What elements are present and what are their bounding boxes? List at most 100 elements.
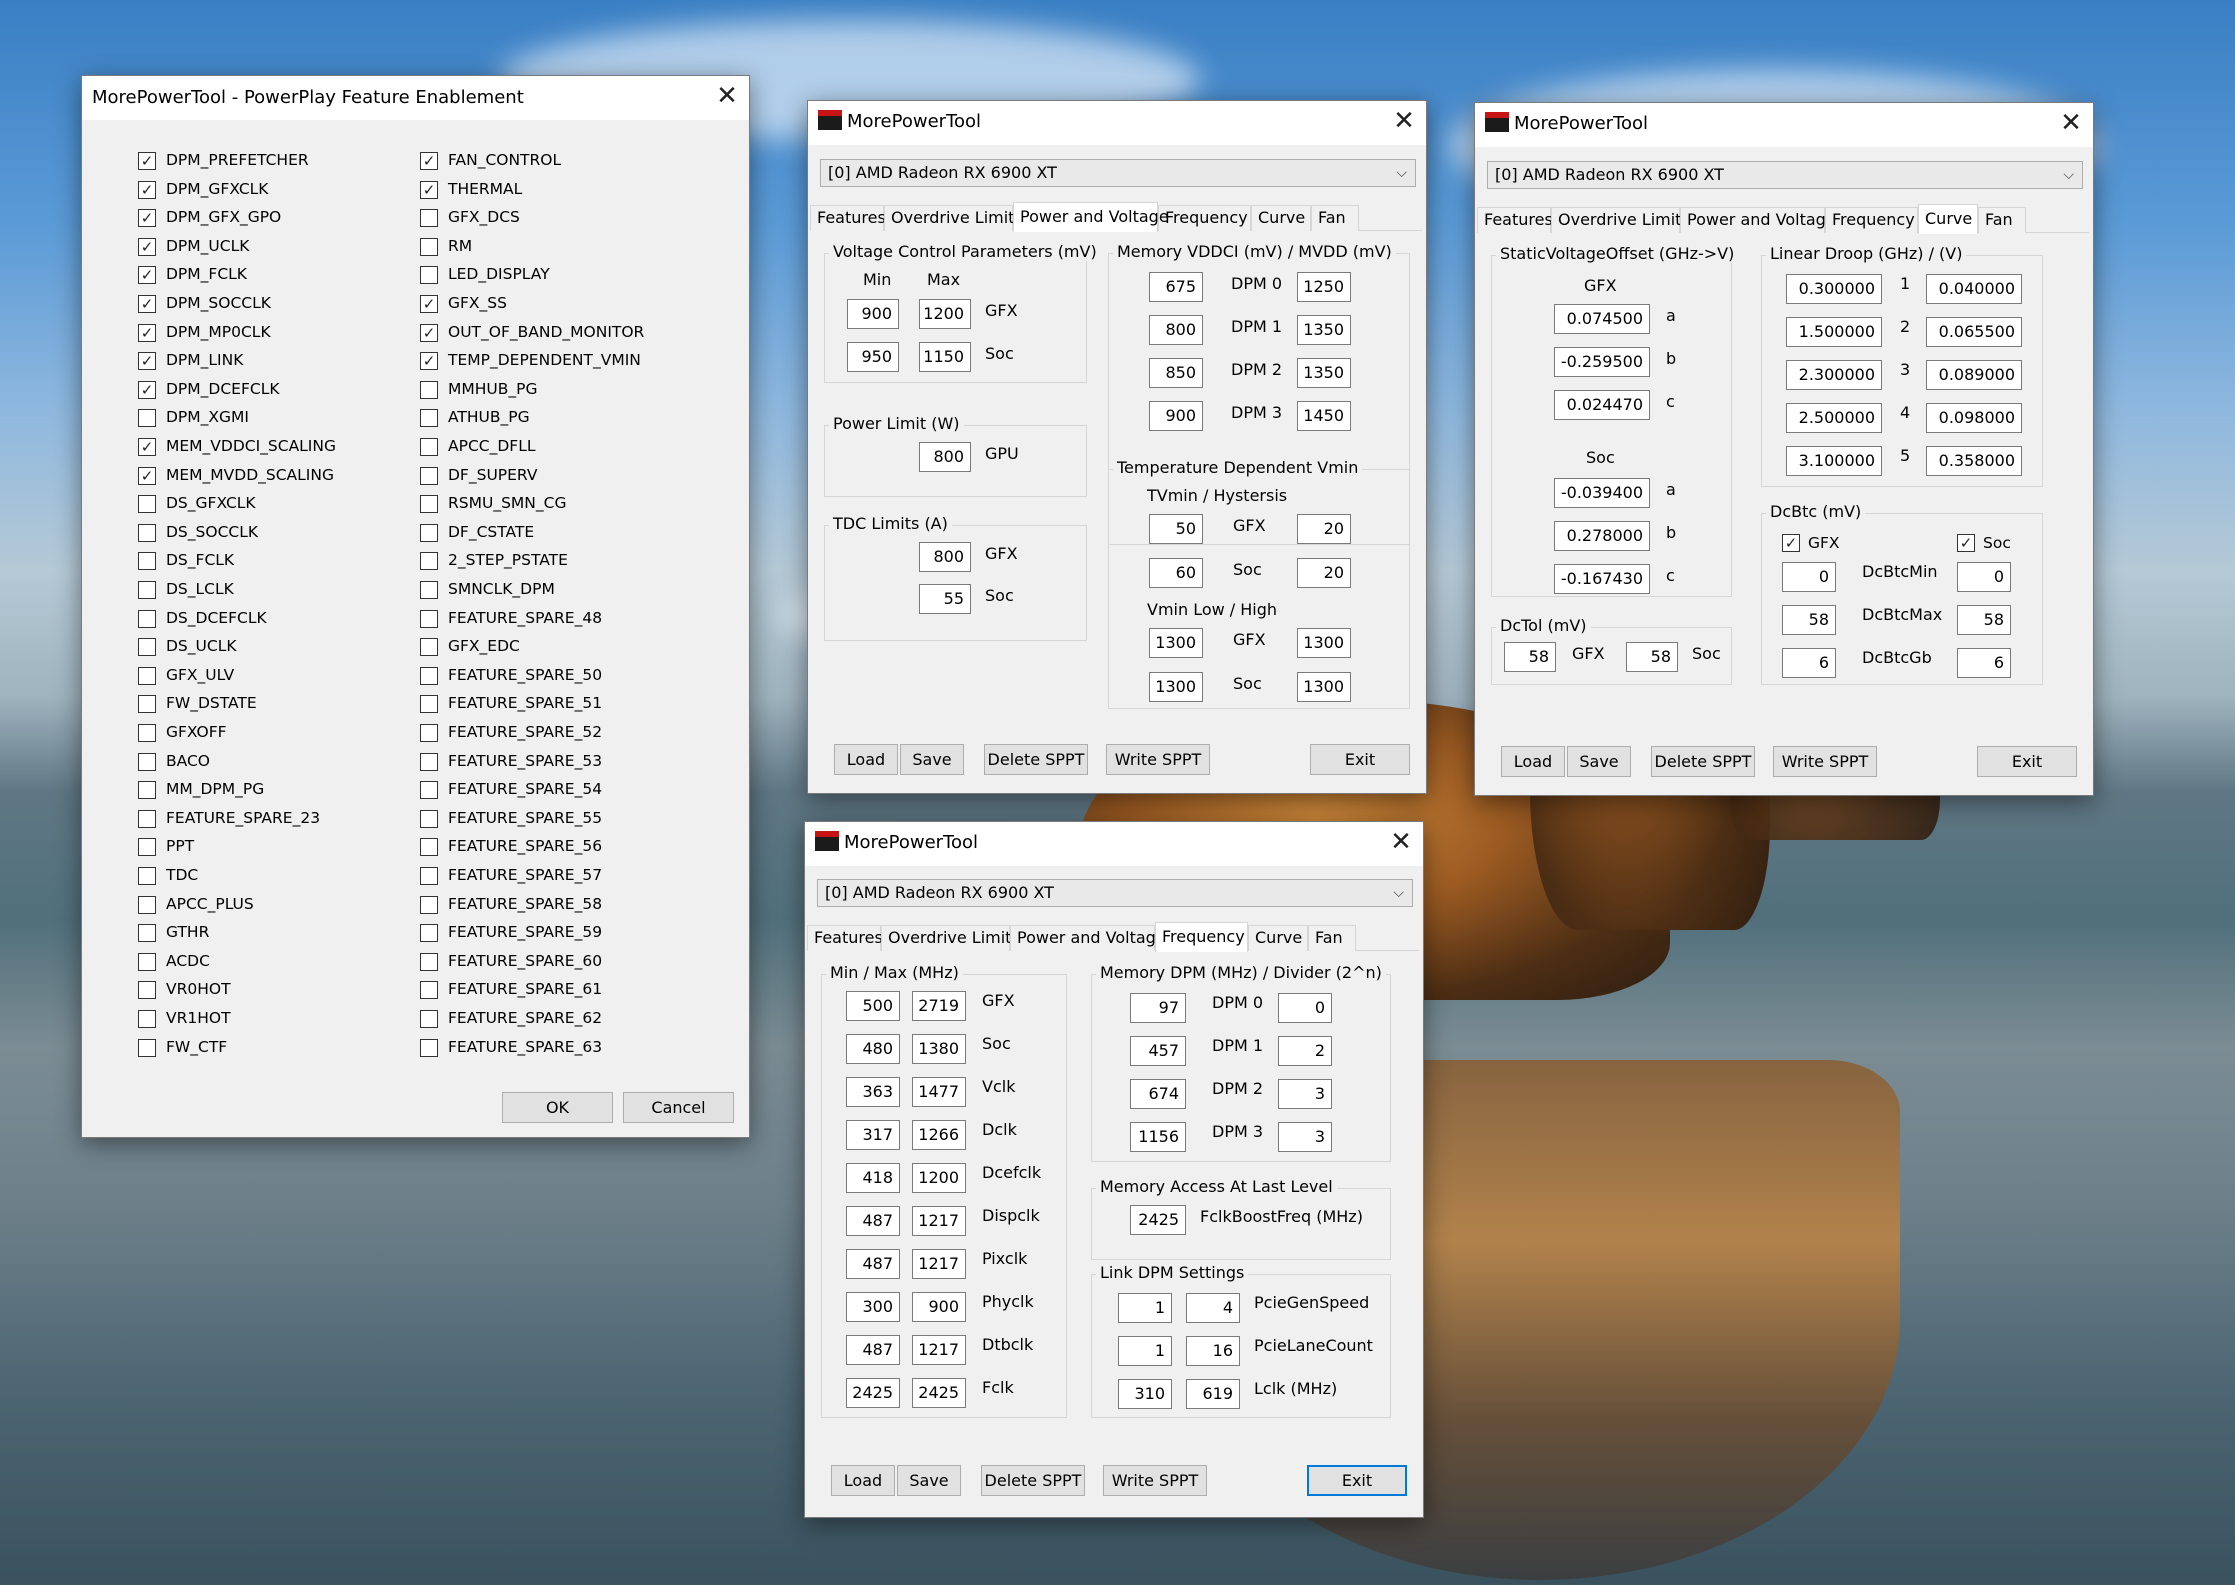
svo-coefficient-input[interactable]: -0.039400 bbox=[1554, 478, 1650, 508]
feature-checkbox[interactable] bbox=[138, 752, 156, 771]
feature-checkbox[interactable] bbox=[420, 838, 438, 857]
clock-min-input[interactable]: 487 bbox=[846, 1206, 900, 1236]
feature-checkbox[interactable]: ✓ bbox=[138, 438, 156, 456]
clock-min-input[interactable]: 480 bbox=[846, 1034, 900, 1064]
tab-features[interactable]: Features bbox=[810, 205, 886, 231]
gpu-select[interactable]: [0] AMD Radeon RX 6900 XT ⌵ bbox=[817, 879, 1413, 907]
feature-checkbox[interactable]: ✓ bbox=[420, 295, 438, 313]
svo-coefficient-input[interactable]: -0.259500 bbox=[1554, 347, 1650, 377]
exit-button[interactable]: Exit bbox=[1310, 744, 1410, 775]
feature-checkbox[interactable]: ✓ bbox=[420, 323, 438, 342]
feature-checkbox[interactable]: ✓ bbox=[420, 152, 438, 170]
exit-button[interactable]: Exit bbox=[1977, 746, 2077, 777]
feature-checkbox[interactable] bbox=[420, 209, 438, 228]
feature-checkbox[interactable] bbox=[138, 666, 156, 685]
feature-checkbox[interactable] bbox=[138, 638, 156, 657]
feature-checkbox[interactable] bbox=[138, 809, 156, 828]
feature-checkbox[interactable]: ✓ bbox=[138, 352, 156, 371]
clock-max-input[interactable]: 900 bbox=[912, 1292, 966, 1322]
clock-max-input[interactable]: 2719 bbox=[912, 991, 966, 1021]
feature-checkbox[interactable] bbox=[138, 495, 156, 514]
tab-frequency[interactable]: Frequency bbox=[1825, 207, 1918, 233]
tab-features[interactable]: Features bbox=[807, 925, 883, 951]
feature-checkbox[interactable]: ✓ bbox=[420, 180, 438, 199]
feature-checkbox[interactable] bbox=[420, 752, 438, 771]
tab-curve[interactable]: Curve bbox=[1248, 925, 1308, 951]
clock-max-input[interactable]: 1217 bbox=[912, 1335, 966, 1365]
tab-frequency[interactable]: Frequency bbox=[1155, 922, 1248, 952]
vddci-input[interactable]: 850 bbox=[1149, 358, 1203, 388]
feature-checkbox[interactable]: ✓ bbox=[138, 380, 156, 399]
feature-checkbox[interactable]: ✓ bbox=[138, 466, 156, 485]
droop-freq-input[interactable]: 0.300000 bbox=[1786, 274, 1882, 304]
feature-checkbox[interactable] bbox=[420, 380, 438, 399]
droop-freq-input[interactable]: 2.300000 bbox=[1786, 360, 1882, 390]
tab-overdrive-limits[interactable]: Overdrive Limits bbox=[884, 205, 1023, 231]
feature-checkbox[interactable] bbox=[138, 781, 156, 800]
link-max-input[interactable]: 16 bbox=[1186, 1336, 1240, 1366]
feature-checkbox[interactable] bbox=[138, 1010, 156, 1028]
droop-freq-input[interactable]: 3.100000 bbox=[1786, 446, 1882, 476]
save-button[interactable]: Save bbox=[897, 1465, 961, 1496]
feature-checkbox[interactable] bbox=[420, 466, 438, 485]
feature-checkbox[interactable] bbox=[138, 724, 156, 742]
feature-checkbox[interactable] bbox=[420, 409, 438, 428]
soc-min-input[interactable]: 950 bbox=[847, 342, 899, 372]
clock-max-input[interactable]: 1477 bbox=[912, 1077, 966, 1107]
feature-checkbox[interactable]: ✓ bbox=[138, 180, 156, 199]
feature-checkbox[interactable] bbox=[420, 924, 438, 943]
mvdd-input[interactable]: 1450 bbox=[1297, 401, 1351, 431]
feature-checkbox[interactable]: ✓ bbox=[138, 266, 156, 285]
delete-sppt-button[interactable]: Delete SPPT bbox=[984, 744, 1088, 775]
tab-power-and-voltage[interactable]: Power and Voltage bbox=[1010, 925, 1166, 951]
dcbtc-soc-input[interactable]: 58 bbox=[1957, 605, 2011, 635]
fclk-boost-input[interactable]: 2425 bbox=[1130, 1205, 1186, 1235]
feature-checkbox[interactable] bbox=[420, 1038, 438, 1057]
feature-checkbox[interactable] bbox=[138, 895, 156, 914]
feature-checkbox[interactable] bbox=[420, 266, 438, 285]
write-sppt-button[interactable]: Write SPPT bbox=[1103, 1465, 1207, 1496]
feature-checkbox[interactable] bbox=[420, 666, 438, 685]
divider-input[interactable]: 0 bbox=[1278, 993, 1332, 1023]
mem-dpm-freq-input[interactable]: 1156 bbox=[1130, 1122, 1186, 1152]
tab-curve[interactable]: Curve bbox=[1251, 205, 1311, 231]
feature-checkbox[interactable] bbox=[138, 695, 156, 714]
feature-checkbox[interactable]: ✓ bbox=[138, 209, 156, 228]
feature-checkbox[interactable] bbox=[138, 981, 156, 1000]
feature-checkbox[interactable] bbox=[420, 952, 438, 971]
feature-checkbox[interactable] bbox=[138, 409, 156, 428]
gfx-max-input[interactable]: 1200 bbox=[919, 299, 971, 329]
divider-input[interactable]: 3 bbox=[1278, 1122, 1332, 1152]
feature-checkbox[interactable] bbox=[420, 781, 438, 800]
droop-volt-input[interactable]: 0.065500 bbox=[1926, 317, 2022, 347]
tab-fan[interactable]: Fan bbox=[1978, 207, 2026, 233]
tab-overdrive-limits[interactable]: Overdrive Limits bbox=[881, 925, 1020, 951]
droop-freq-input[interactable]: 1.500000 bbox=[1786, 317, 1882, 347]
dcbtc-soc-input[interactable]: 0 bbox=[1957, 562, 2011, 592]
feature-checkbox[interactable] bbox=[138, 867, 156, 885]
link-max-input[interactable]: 619 bbox=[1186, 1379, 1240, 1409]
feature-checkbox[interactable] bbox=[138, 838, 156, 857]
droop-volt-input[interactable]: 0.358000 bbox=[1926, 446, 2022, 476]
droop-volt-input[interactable]: 0.040000 bbox=[1926, 274, 2022, 304]
load-button[interactable]: Load bbox=[834, 744, 898, 775]
feature-checkbox[interactable] bbox=[420, 495, 438, 514]
feature-checkbox[interactable] bbox=[138, 552, 156, 571]
divider-input[interactable]: 2 bbox=[1278, 1036, 1332, 1066]
tab-frequency[interactable]: Frequency bbox=[1158, 205, 1251, 231]
link-min-input[interactable]: 1 bbox=[1118, 1336, 1172, 1366]
tab-overdrive-limits[interactable]: Overdrive Limits bbox=[1551, 207, 1690, 233]
vmin-input[interactable]: 1300 bbox=[1149, 628, 1203, 658]
mvdd-input[interactable]: 1350 bbox=[1297, 358, 1351, 388]
link-max-input[interactable]: 4 bbox=[1186, 1293, 1240, 1323]
tab-power-and-voltage[interactable]: Power and Voltage bbox=[1680, 207, 1836, 233]
feature-checkbox[interactable] bbox=[420, 237, 438, 256]
save-button[interactable]: Save bbox=[1567, 746, 1631, 777]
close-button[interactable]: ✕ bbox=[2049, 103, 2093, 147]
feature-checkbox[interactable]: ✓ bbox=[138, 152, 156, 170]
droop-freq-input[interactable]: 2.500000 bbox=[1786, 403, 1882, 433]
feature-checkbox[interactable] bbox=[138, 952, 156, 971]
clock-max-input[interactable]: 2425 bbox=[912, 1378, 966, 1408]
mem-dpm-freq-input[interactable]: 674 bbox=[1130, 1079, 1186, 1109]
vmin-input[interactable]: 20 bbox=[1297, 558, 1351, 588]
